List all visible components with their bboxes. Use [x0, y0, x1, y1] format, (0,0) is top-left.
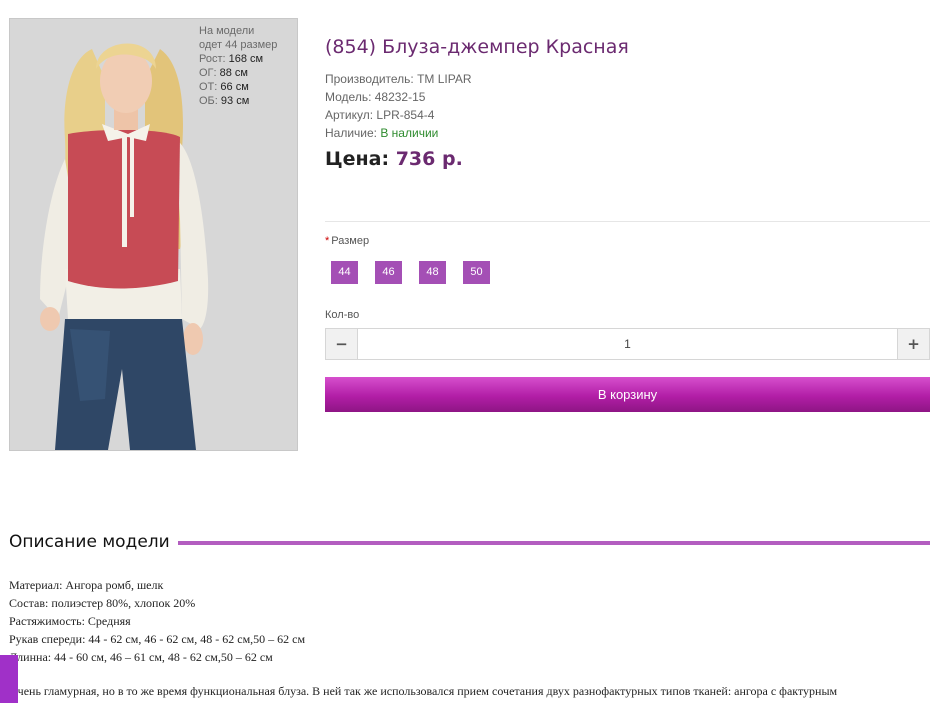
size-option-44[interactable]: 44: [331, 261, 358, 284]
caption-waist: ОТ: 66 см: [199, 81, 249, 93]
caption-hips: ОБ: 93 см: [199, 95, 250, 107]
caption-line1: На модели: [199, 25, 255, 37]
quantity-label: Кол-во: [325, 309, 360, 321]
increase-quantity-button[interactable]: +: [897, 329, 929, 359]
side-widget-tab[interactable]: [0, 655, 18, 703]
manufacturer: Производитель: ТМ LIPAR: [325, 72, 472, 86]
spec-length: Длинна: 44 - 60 см, 46 – 61 см, 48 - 62 …: [9, 650, 273, 664]
add-to-cart-button[interactable]: В корзину: [325, 377, 930, 412]
price: Цена: 736 р.: [325, 148, 463, 170]
caption-chest: ОГ: 88 см: [199, 67, 248, 79]
caption-height: Рост: 168 см: [199, 53, 264, 65]
required-mark: *: [325, 235, 330, 247]
size-option-46[interactable]: 46: [375, 261, 402, 284]
description-paragraph: Очень гламурная, но в то же время функци…: [9, 684, 838, 698]
description-header: Описание модели: [9, 530, 930, 554]
divider: [325, 221, 930, 222]
spec-stretch: Растяжимость: Средняя: [9, 614, 131, 628]
spec-composition: Состав: полиэстер 80%, хлопок 20%: [9, 596, 196, 610]
price-label: Цена:: [325, 148, 390, 170]
product-meta: Производитель: ТМ LIPAR Модель: 48232-15…: [325, 70, 472, 142]
sku: Артикул: LPR-854-4: [325, 108, 435, 122]
description-specs: Материал: Ангора ромб, шелк Состав: поли…: [9, 576, 305, 666]
product-title: (854) Блуза-джемпер Красная: [325, 36, 629, 58]
size-option-50[interactable]: 50: [463, 261, 490, 284]
size-option-48[interactable]: 48: [419, 261, 446, 284]
availability: Наличие: В наличии: [325, 126, 439, 140]
quantity-stepper: − +: [325, 328, 930, 360]
decrease-quantity-button[interactable]: −: [326, 329, 358, 359]
size-options: 44 46 48 50: [331, 261, 490, 284]
availability-status: В наличии: [380, 126, 439, 140]
caption-line2: одет 44 размер: [199, 39, 278, 51]
price-value: 736 р.: [395, 148, 463, 170]
model-number: Модель: 48232-15: [325, 90, 426, 104]
description-title: Описание модели: [9, 532, 170, 552]
product-image[interactable]: На модели одет 44 размер Рост: 168 см ОГ…: [9, 18, 298, 451]
size-label: * Размер: [325, 235, 370, 247]
quantity-input[interactable]: [358, 329, 897, 359]
description-underline: [177, 540, 930, 545]
spec-material: Материал: Ангора ромб, шелк: [9, 578, 164, 592]
spec-sleeve: Рукав спереди: 44 - 62 см, 46 - 62 см, 4…: [9, 632, 306, 646]
model-measurements: На модели одет 44 размер Рост: 168 см ОГ…: [199, 24, 291, 108]
